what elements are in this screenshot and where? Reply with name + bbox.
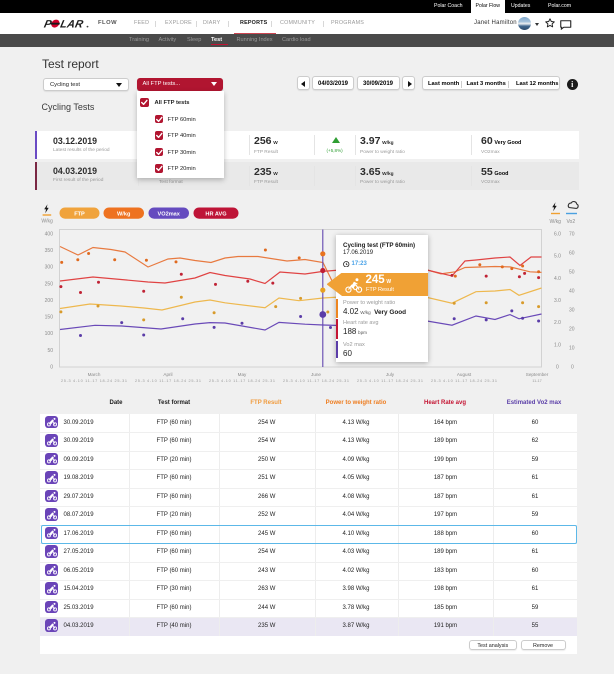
svg-text:5.0: 5.0	[554, 254, 561, 260]
svg-text:July: July	[386, 372, 395, 377]
svg-text:400: 400	[45, 232, 54, 238]
svg-text:August: August	[457, 372, 472, 377]
svg-text:100: 100	[45, 331, 54, 337]
svg-text:11-17: 11-17	[532, 379, 541, 383]
svg-text:25-3 4-10 11-17 18-24 25-31: 25-3 4-10 11-17 18-24 25-31	[209, 379, 275, 383]
svg-text:25-3 4-10 11-17 18-24 25-31: 25-3 4-10 11-17 18-24 25-31	[431, 379, 497, 383]
svg-text:50: 50	[47, 348, 53, 354]
svg-text:10: 10	[569, 346, 575, 352]
svg-text:W/kg: W/kg	[41, 219, 53, 225]
svg-text:70: 70	[569, 232, 575, 238]
svg-text:FTP: FTP	[74, 211, 85, 217]
svg-text:150: 150	[45, 315, 54, 321]
svg-text:300: 300	[45, 265, 54, 271]
svg-text:25-3 4-10 11-17 18-24 25-31: 25-3 4-10 11-17 18-24 25-31	[135, 379, 201, 383]
svg-text:0: 0	[556, 365, 559, 371]
svg-text:W/kg: W/kg	[117, 211, 131, 217]
svg-text:50: 50	[569, 270, 575, 276]
svg-text:4.0: 4.0	[554, 276, 561, 282]
svg-text:350: 350	[45, 248, 54, 254]
svg-text:HR AVG: HR AVG	[205, 211, 226, 217]
svg-text:60: 60	[569, 251, 575, 257]
svg-text:September: September	[526, 372, 549, 377]
svg-text:W/kg: W/kg	[550, 219, 562, 225]
svg-text:3.0: 3.0	[554, 298, 561, 304]
svg-text:250: 250	[45, 281, 54, 287]
svg-text:6.0: 6.0	[554, 232, 561, 238]
svg-text:June: June	[311, 372, 321, 377]
svg-text:2.0: 2.0	[554, 320, 561, 326]
svg-text:0: 0	[571, 365, 574, 371]
svg-text:1.0: 1.0	[554, 342, 561, 348]
svg-text:LAR: LAR	[59, 18, 84, 30]
svg-text:March: March	[88, 372, 101, 377]
svg-text:20: 20	[569, 327, 575, 333]
svg-text:May: May	[238, 372, 247, 377]
svg-text:40: 40	[569, 289, 575, 295]
svg-text:VO2max: VO2max	[158, 211, 181, 217]
svg-text:April: April	[163, 372, 172, 377]
svg-text:Vo2: Vo2	[567, 219, 576, 225]
svg-text:25-3 4-10 11-17 18-24 25-31: 25-3 4-10 11-17 18-24 25-31	[357, 379, 423, 383]
svg-text:0: 0	[50, 365, 53, 371]
svg-text:25-3 4-10 11-17 18-24 25-31: 25-3 4-10 11-17 18-24 25-31	[283, 379, 349, 383]
svg-text:30: 30	[569, 308, 575, 314]
svg-text:25-3 4-10 11-17 18-24 25-31: 25-3 4-10 11-17 18-24 25-31	[61, 379, 127, 383]
svg-text:200: 200	[45, 298, 54, 304]
